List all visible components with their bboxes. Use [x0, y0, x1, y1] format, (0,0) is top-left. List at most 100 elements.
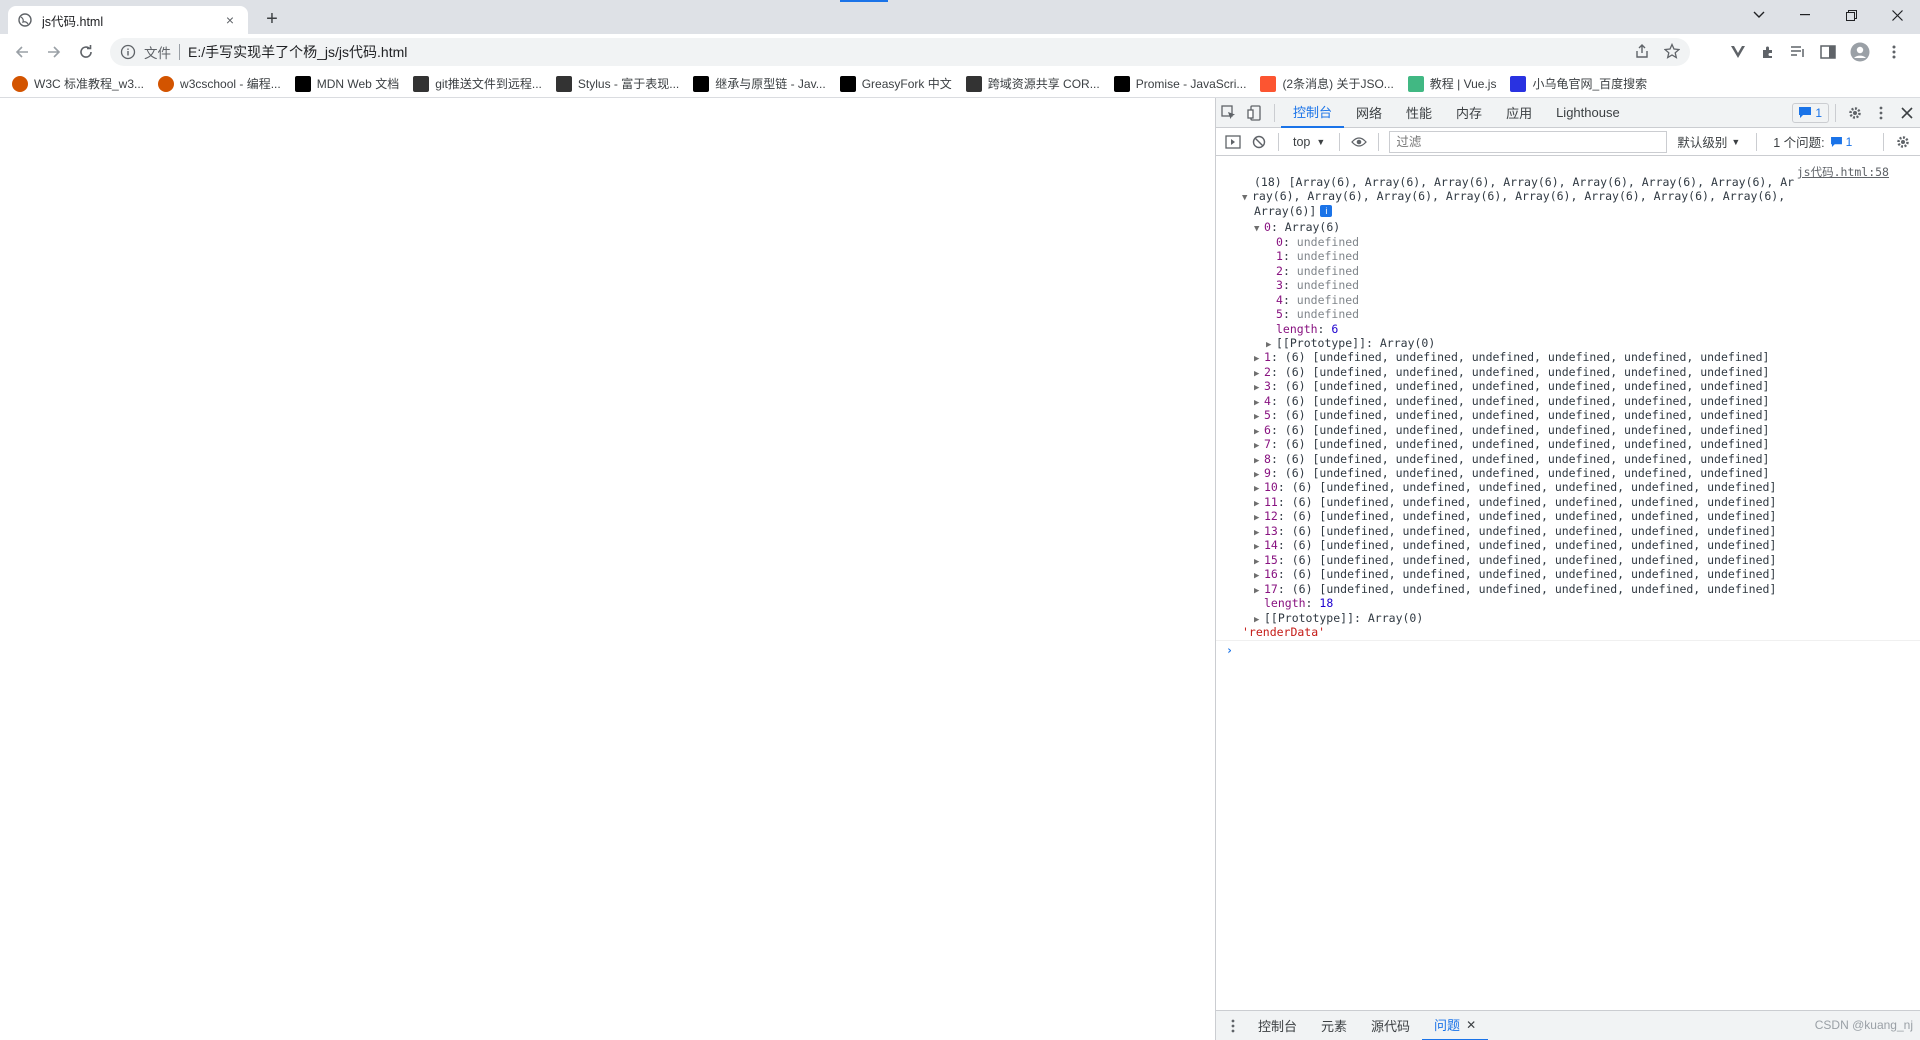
devtools-tab[interactable]: 内存 — [1444, 98, 1494, 128]
entry-key: 0 — [1264, 220, 1271, 235]
bookmark-item[interactable]: 继承与原型链 - Jav... — [693, 75, 826, 92]
tab-indicator — [840, 0, 888, 2]
colon: : — [1270, 379, 1285, 394]
tab-search-icon[interactable] — [1736, 0, 1782, 30]
toolbar-divider — [1274, 103, 1275, 122]
drawer-tab[interactable]: 问题 ✕ — [1422, 1011, 1489, 1040]
bookmark-item[interactable]: (2条消息) 关于JSO... — [1260, 75, 1394, 92]
url-text[interactable]: E:/手写实现羊了个杨_js/js代码.html — [188, 42, 1634, 62]
prototype-value: Array(0) — [1379, 335, 1436, 350]
reading-list-icon[interactable] — [1788, 42, 1808, 62]
extensions-icon[interactable] — [1758, 42, 1778, 62]
drawer-tab-list: 控制台 元素 源代码 问题 ✕ — [1246, 1011, 1489, 1040]
minimize-icon[interactable] — [1782, 0, 1828, 30]
devtools-tab[interactable]: Lighthouse — [1544, 98, 1632, 128]
browser-toolbar: 文件 E:/手写实现羊了个杨_js/js代码.html — [0, 34, 1920, 70]
prototype-key: [[Prototype]] — [1264, 610, 1355, 625]
bookmark-item[interactable]: 跨域资源共享 COR... — [965, 75, 1100, 92]
issues-link[interactable]: 1 个问题: 1 — [1763, 132, 1864, 152]
source-link[interactable]: js代码.html:58 — [1797, 164, 1889, 182]
forward-icon[interactable] — [40, 38, 68, 66]
expand-triangle-icon[interactable]: ▼ — [1254, 221, 1264, 239]
close-window-icon[interactable] — [1874, 0, 1920, 30]
entry-value: undefined — [1296, 307, 1360, 322]
drawer-tab[interactable]: 控制台 — [1246, 1011, 1309, 1040]
length-value: 18 — [1319, 596, 1334, 611]
restore-icon[interactable] — [1828, 0, 1874, 30]
bookmark-label: git推送文件到远程... — [435, 77, 542, 91]
w3cschool-icon — [158, 75, 175, 92]
bookmark-item[interactable]: w3cschool - 编程... — [158, 75, 281, 92]
drawer-tab-label: 控制台 — [1258, 1019, 1298, 1034]
sidebar-toggle-icon[interactable] — [1220, 129, 1246, 155]
entry-key: 1 — [1276, 249, 1283, 264]
address-bar[interactable]: 文件 E:/手写实现羊了个杨_js/js代码.html — [110, 38, 1690, 66]
log-level-selector[interactable]: 默认级别 ▼ — [1667, 132, 1750, 151]
console-prompt[interactable]: › — [1226, 642, 1233, 660]
vue-devtools-icon[interactable] — [1728, 42, 1748, 62]
bookmark-star-icon[interactable] — [1663, 42, 1681, 62]
devtools-tab[interactable]: 控制台 — [1281, 98, 1345, 128]
inspect-element-icon[interactable] — [1216, 100, 1242, 126]
back-icon[interactable] — [8, 38, 36, 66]
csdn-icon — [1260, 75, 1277, 92]
devtools-menu-icon[interactable] — [1868, 100, 1894, 126]
clear-console-icon[interactable] — [1246, 129, 1272, 155]
colon: : — [1277, 552, 1292, 567]
close-tab-icon[interactable]: ✕ — [1466, 1018, 1476, 1032]
issues-counter-badge[interactable]: 1 — [1792, 102, 1829, 123]
profile-avatar-icon[interactable] — [1850, 42, 1870, 62]
expand-triangle-icon[interactable]: ▼ — [1242, 190, 1252, 208]
entry-key: 17 — [1264, 581, 1278, 596]
message-icon — [1799, 107, 1812, 118]
colon: : — [1270, 466, 1285, 480]
live-expression-eye-icon[interactable] — [1346, 129, 1372, 155]
entry-key: 8 — [1264, 451, 1271, 466]
context-selector[interactable]: top ▼ — [1285, 135, 1333, 149]
reload-icon[interactable] — [72, 38, 100, 66]
baidu-icon — [1510, 75, 1527, 92]
console-settings-icon[interactable] — [1890, 129, 1916, 155]
devtools-tab[interactable]: 性能 — [1394, 98, 1444, 128]
address-divider — [179, 44, 180, 60]
side-panel-icon[interactable] — [1818, 42, 1838, 62]
bookmark-item[interactable]: 教程 | Vue.js — [1407, 75, 1496, 92]
colon: : — [1354, 610, 1368, 625]
drawer-menu-icon[interactable] — [1220, 1013, 1246, 1039]
dropdown-arrow-icon: ▼ — [1731, 136, 1741, 147]
colon: : — [1270, 364, 1285, 379]
devtools-tab[interactable]: 网络 — [1344, 98, 1394, 128]
bookmark-item[interactable]: git推送文件到远程... — [413, 75, 542, 92]
devtools-tab[interactable]: 应用 — [1494, 98, 1544, 128]
colon: : — [1282, 263, 1297, 278]
bookmark-item[interactable]: W3C 标准教程_w3... — [12, 75, 144, 92]
entry-value: (6) [undefined, undefined, undefined, un… — [1284, 379, 1770, 394]
share-icon[interactable] — [1634, 43, 1650, 62]
prototype-value: Array(0) — [1367, 610, 1424, 625]
drawer-tab[interactable]: 源代码 — [1359, 1011, 1422, 1040]
info-icon[interactable] — [120, 44, 136, 60]
tab-close-icon[interactable]: × — [222, 12, 238, 28]
browser-tab[interactable]: js代码.html × — [8, 6, 248, 34]
bookmark-item[interactable]: GreasyFork 中文 — [839, 75, 952, 92]
info-badge-icon[interactable]: i — [1320, 205, 1333, 218]
console-filter-input[interactable] — [1389, 130, 1668, 153]
bookmark-item[interactable]: Promise - JavaScri... — [1113, 75, 1246, 92]
new-tab-button[interactable]: + — [260, 7, 284, 31]
entry-key: 0 — [1276, 234, 1283, 249]
drawer-tab[interactable]: 元素 — [1309, 1011, 1359, 1040]
expand-triangle-icon[interactable]: ▶ — [1254, 583, 1264, 601]
bookmark-item[interactable]: Stylus - 富于表现... — [555, 75, 679, 92]
menu-kebab-icon[interactable] — [1884, 42, 1904, 62]
bookmark-item[interactable]: MDN Web 文档 — [294, 75, 399, 92]
bookmark-label: 继承与原型链 - Jav... — [715, 77, 826, 91]
entry-key: 4 — [1276, 292, 1283, 307]
settings-gear-icon[interactable] — [1842, 100, 1868, 126]
stylus-icon — [965, 75, 982, 92]
device-toolbar-icon[interactable] — [1242, 100, 1268, 126]
bookmark-item[interactable]: 小乌龟官网_百度搜索 — [1510, 75, 1647, 92]
close-devtools-icon[interactable] — [1894, 100, 1920, 126]
log-array-summary: Array(6)] i — [1254, 203, 1333, 221]
globe-icon — [18, 13, 32, 27]
colon: : — [1270, 393, 1285, 408]
